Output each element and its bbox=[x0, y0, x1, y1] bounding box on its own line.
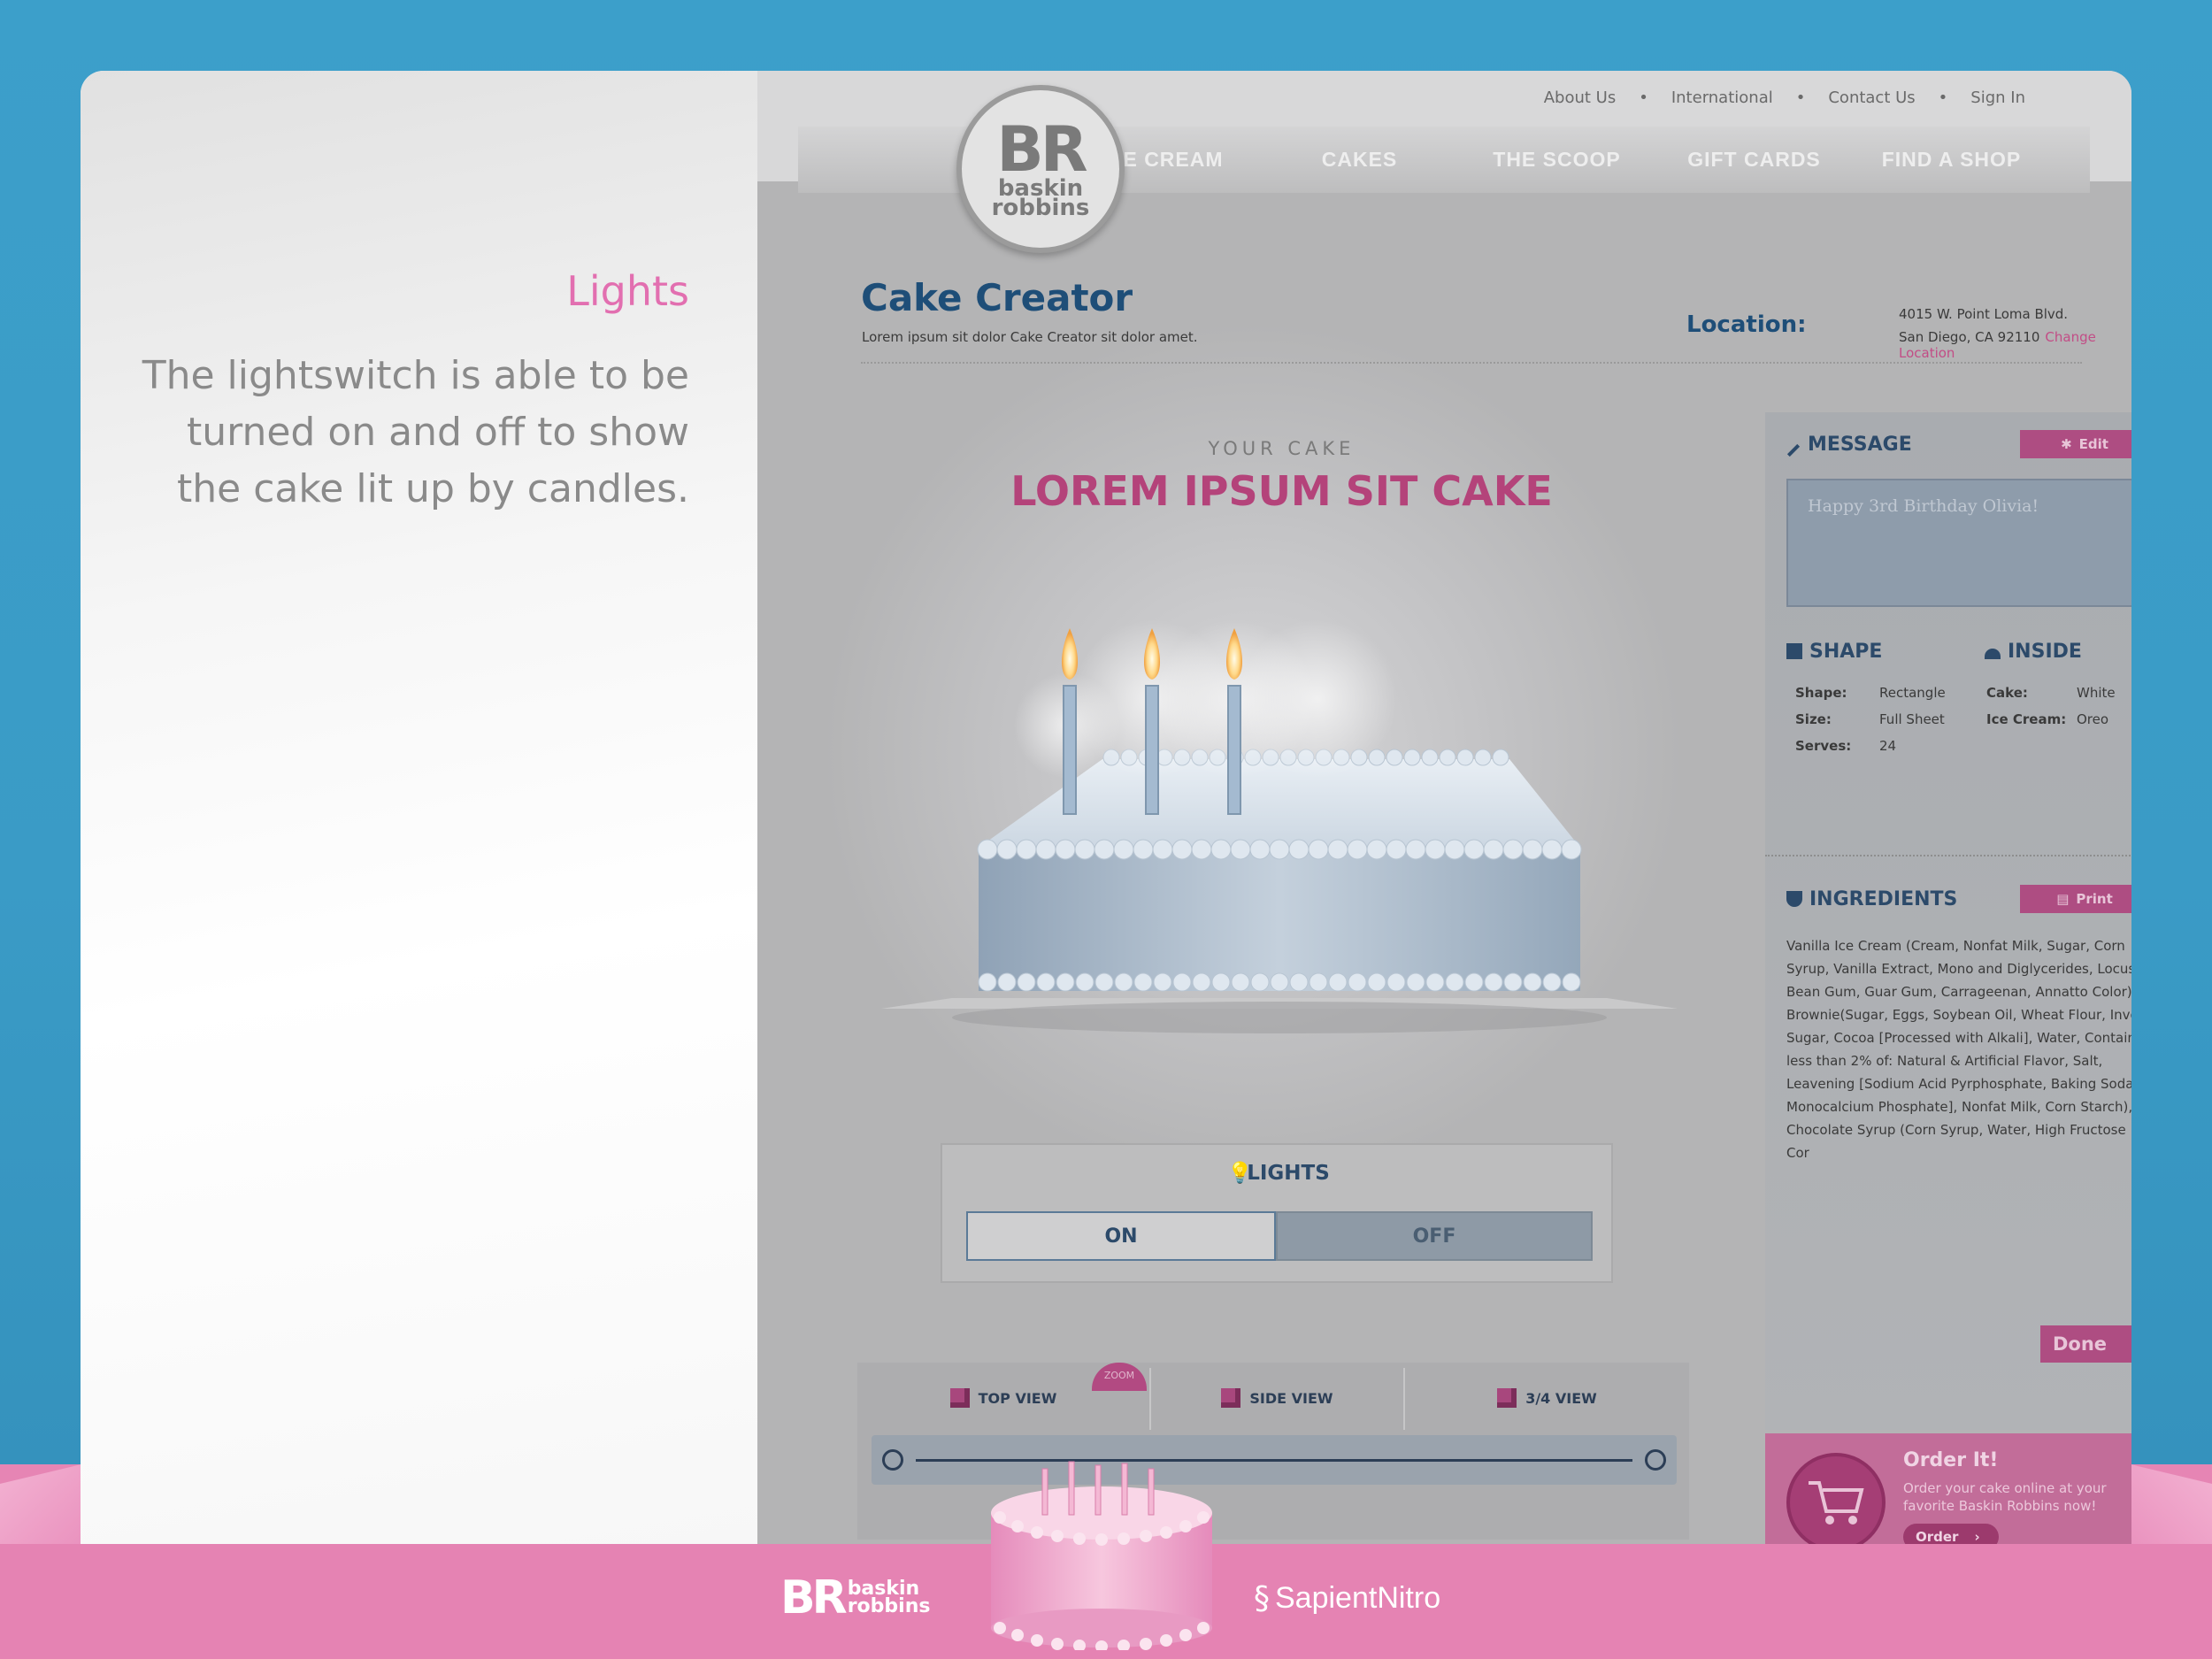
gear-icon: ✱ bbox=[2061, 436, 2072, 452]
shopping-cart-icon bbox=[1786, 1453, 1886, 1544]
link-about-us[interactable]: About Us bbox=[1544, 88, 1617, 107]
message-input[interactable]: Happy 3rd Birthday Olivia! bbox=[1786, 479, 2131, 607]
tab-three-quarter-view[interactable]: 3/4 VIEW bbox=[1405, 1363, 1689, 1433]
order-panel: Order It! Order your cake online at your… bbox=[1765, 1433, 2131, 1544]
cake-value: White bbox=[2077, 685, 2116, 701]
description-panel: Lights The lightswitch is able to be tur… bbox=[81, 71, 757, 1544]
site-screenshot: About Us • International • Contact Us • … bbox=[757, 71, 2131, 1544]
cake-illustration bbox=[881, 619, 1678, 1033]
ingredients-heading: INGREDIENTS bbox=[1786, 888, 1957, 910]
nav-gift-cards[interactable]: GIFT CARDS bbox=[1655, 148, 1853, 172]
cake-title: LOREM IPSUM SIT CAKE bbox=[1010, 467, 1553, 515]
lights-off-button[interactable]: OFF bbox=[1276, 1211, 1593, 1261]
ice-cream-value: Oreo bbox=[2077, 711, 2109, 727]
your-cake-label: YOUR CAKE bbox=[1208, 438, 1356, 459]
slide-description: The lightswitch is able to be turned on … bbox=[142, 353, 689, 511]
page-subtitle: Lorem ipsum sit dolor Cake Creator sit d… bbox=[862, 329, 1198, 345]
inside-heading-text: INSIDE bbox=[2008, 641, 2082, 663]
lightbulb-icon: 💡 bbox=[1227, 1162, 1253, 1185]
location-label: Location: bbox=[1686, 311, 1807, 338]
print-label: Print bbox=[2076, 891, 2113, 907]
ingredients-heading-text: INGREDIENTS bbox=[1809, 888, 1958, 910]
page-title: Cake Creator bbox=[861, 276, 1133, 319]
done-label: Done bbox=[2053, 1333, 2108, 1355]
tab-label: TOP VIEW bbox=[978, 1389, 1057, 1407]
separator-dot: • bbox=[1639, 88, 1648, 107]
bowl-icon bbox=[1786, 891, 1802, 907]
cake-details-panel: MESSAGE ✱ Edit Happy 3rd Birthday Olivia!… bbox=[1765, 412, 2131, 1430]
sapient-mark-icon: § bbox=[1254, 1580, 1270, 1617]
lights-title-text: LIGHTS bbox=[1247, 1162, 1330, 1185]
zoom-in-icon[interactable] bbox=[1645, 1449, 1666, 1471]
order-button[interactable]: Order › bbox=[1903, 1524, 1999, 1544]
shape-details: Shape: Rectangle Size: Full Sheet Serves: 2… bbox=[1795, 680, 1946, 759]
size-value: Full Sheet bbox=[1879, 711, 1945, 727]
shape-value: Rectangle bbox=[1879, 685, 1946, 701]
tab-label: SIDE VIEW bbox=[1249, 1389, 1333, 1407]
divider bbox=[861, 362, 2082, 364]
divider bbox=[1765, 855, 2131, 856]
cube-icon bbox=[949, 1388, 970, 1408]
location-address-line-1: 4015 W. Point Loma Blvd. bbox=[1899, 306, 2069, 322]
shape-heading: SHAPE bbox=[1786, 641, 1882, 663]
lights-on-button[interactable]: ON bbox=[966, 1211, 1276, 1261]
size-key: Size: bbox=[1795, 711, 1832, 727]
footer-baskin-robbins-logo: BR baskin robbins bbox=[780, 1575, 930, 1621]
cube-icon bbox=[1497, 1388, 1517, 1408]
separator-dot: • bbox=[1795, 88, 1806, 107]
separator-dot: • bbox=[1938, 88, 1948, 107]
link-sign-in[interactable]: Sign In bbox=[1970, 88, 2025, 107]
serves-key: Serves: bbox=[1795, 738, 1852, 754]
footer-agency-name: SapientNitro bbox=[1275, 1581, 1441, 1615]
order-label: Order bbox=[1916, 1529, 1959, 1544]
inside-details: Cake: White Ice Cream: Oreo bbox=[1986, 680, 2116, 733]
link-international[interactable]: International bbox=[1671, 88, 1773, 107]
link-contact-us[interactable]: Contact Us bbox=[1828, 88, 1915, 107]
inside-heading: INSIDE bbox=[1985, 641, 2082, 663]
cube-icon bbox=[1221, 1388, 1241, 1408]
edit-message-button[interactable]: ✱ Edit bbox=[2020, 430, 2131, 458]
chevron-right-icon: › bbox=[1974, 1529, 1980, 1544]
footer-logo-mark: BR bbox=[780, 1571, 848, 1624]
dome-icon bbox=[1985, 649, 2001, 659]
utility-links: About Us • International • Contact Us • … bbox=[1544, 88, 2025, 107]
pencil-icon bbox=[1786, 443, 1801, 457]
lights-heading: 💡LIGHTS bbox=[942, 1161, 1615, 1185]
cake-key: Cake: bbox=[1986, 685, 2028, 701]
printer-icon: ▤ bbox=[2056, 891, 2070, 907]
tab-side-view[interactable]: SIDE VIEW bbox=[1151, 1363, 1403, 1433]
logo-mark: BR bbox=[996, 113, 1087, 186]
zoom-out-icon[interactable] bbox=[882, 1449, 903, 1471]
nav-cakes[interactable]: CAKES bbox=[1261, 148, 1458, 172]
location-city: San Diego, CA 92110 bbox=[1899, 329, 2040, 345]
slide-title: Lights bbox=[566, 267, 689, 315]
shape-key: Shape: bbox=[1795, 685, 1847, 701]
square-icon bbox=[1786, 643, 1802, 659]
pink-cake-illustration bbox=[991, 1461, 1212, 1650]
message-heading-text: MESSAGE bbox=[1808, 434, 1912, 456]
ingredients-text: Vanilla Ice Cream (Cream, Nonfat Milk, S… bbox=[1786, 938, 2131, 1161]
footer-logo-line-2: robbins bbox=[847, 1595, 931, 1617]
footer-sapientnitro-logo: § SapientNitro bbox=[1254, 1580, 1440, 1617]
logo-line-2: robbins bbox=[991, 195, 1090, 221]
nav-the-scoop[interactable]: THE SCOOP bbox=[1458, 148, 1655, 172]
location-address-line-2: San Diego, CA 92110 Change Location bbox=[1899, 329, 2131, 361]
message-heading: MESSAGE bbox=[1786, 434, 1912, 457]
slide-card: Lights The lightswitch is able to be tur… bbox=[81, 71, 2131, 1544]
nav-find-a-shop[interactable]: FIND A SHOP bbox=[1853, 148, 2050, 172]
done-button[interactable]: Done ⇕ bbox=[2040, 1325, 2131, 1363]
order-title: Order It! bbox=[1903, 1449, 1999, 1471]
shape-heading-text: SHAPE bbox=[1809, 641, 1883, 663]
edit-label: Edit bbox=[2078, 436, 2108, 452]
baskin-robbins-logo[interactable]: BR baskin robbins bbox=[956, 85, 1125, 253]
tab-label: 3/4 VIEW bbox=[1525, 1389, 1597, 1407]
ice-cream-key: Ice Cream: bbox=[1986, 711, 2067, 727]
lights-switch-panel: 💡LIGHTS ON OFF bbox=[941, 1143, 1613, 1283]
serves-value: 24 bbox=[1879, 738, 1897, 754]
print-button[interactable]: ▤ Print bbox=[2020, 885, 2131, 913]
order-text: Order your cake online at your favorite … bbox=[1903, 1480, 2107, 1514]
